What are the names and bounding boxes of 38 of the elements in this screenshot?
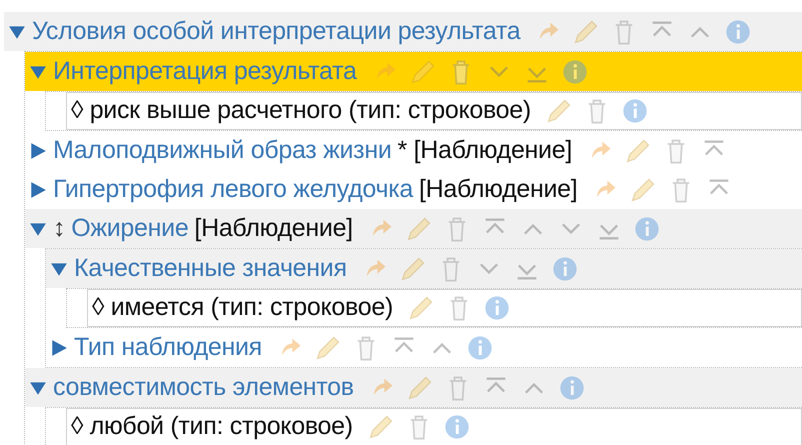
pencil-icon[interactable] — [366, 413, 395, 441]
tree-row[interactable]: Тип наблюдения — [46, 328, 802, 367]
info-icon[interactable] — [442, 413, 471, 441]
node-label: Ожирение — [71, 212, 188, 244]
info-icon[interactable] — [550, 254, 579, 282]
tree-row[interactable]: Качественные значения — [46, 249, 802, 288]
node-label: Гипертрофия левого желудочка — [53, 174, 413, 205]
node-label: совместимость элементов — [53, 372, 354, 403]
expand-triangle-icon[interactable] — [29, 142, 47, 160]
leaf-label: ◊ любой (тип: строковое) — [71, 411, 353, 442]
tree-row[interactable]: Малоподвижный образ жизни * [Наблюдение] — [25, 131, 802, 170]
node-label: Качественные значения — [74, 252, 347, 284]
node-type: [Наблюдение] — [419, 174, 578, 205]
pencil-icon[interactable] — [406, 294, 435, 322]
selected-tree-row[interactable]: Интерпретация результата — [25, 52, 802, 91]
info-icon[interactable] — [620, 97, 649, 125]
info-icon[interactable] — [632, 214, 661, 242]
leaf-label: ◊ имеется (тип: строковое) — [92, 292, 393, 324]
tree-row[interactable]: Гипертрофия левого желудочка [Наблюдение] — [25, 170, 802, 209]
node-type: * [Наблюдение] — [398, 134, 572, 166]
leaf-label: ◊ риск выше расчетного (тип: строковое) — [71, 95, 531, 126]
info-icon[interactable] — [482, 294, 511, 322]
drag-handle: ↕ — [53, 212, 66, 244]
expand-triangle-icon[interactable] — [29, 180, 47, 198]
tree-row[interactable]: ↕ Ожирение [Наблюдение] — [25, 209, 802, 248]
expand-triangle-icon[interactable] — [50, 338, 68, 356]
tree-row[interactable]: совместимость элементов — [25, 368, 802, 407]
node-label: Интерпретация результата — [53, 56, 357, 87]
tree-row[interactable]: Условия особой интерпретации результата — [4, 12, 802, 51]
info-icon[interactable] — [466, 334, 494, 362]
node-label: Тип наблюдения — [74, 332, 262, 363]
node-label: Малоподвижный образ жизни — [53, 134, 392, 166]
info-icon[interactable] — [724, 18, 752, 46]
info-icon[interactable] — [560, 58, 589, 86]
node-label: Условия особой интерпретации результата — [32, 16, 520, 47]
info-icon[interactable] — [558, 374, 586, 402]
pencil-icon[interactable] — [544, 97, 573, 125]
node-type: [Наблюдение] — [194, 212, 353, 244]
